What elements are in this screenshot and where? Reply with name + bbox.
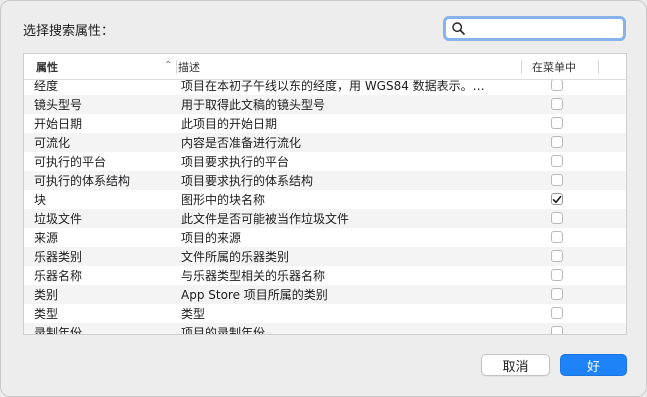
column-header-attribute[interactable]: 属性 <box>36 54 176 80</box>
cell-description: 图形中的块名称 <box>181 193 266 207</box>
table-row[interactable]: 类别 App Store 项目所属的类别 <box>24 285 626 304</box>
cell-in-menu <box>551 117 563 129</box>
cell-description: 项目要求执行的体系结构 <box>181 174 314 188</box>
cell-in-menu <box>551 79 563 91</box>
cell-attribute: 块 <box>34 193 47 207</box>
cell-description: 文件所属的乐器类别 <box>181 250 290 264</box>
column-separator[interactable] <box>598 60 599 74</box>
cell-in-menu <box>551 136 563 148</box>
cell-description: 项目的来源 <box>181 231 242 245</box>
column-separator[interactable] <box>521 60 522 74</box>
column-separator[interactable] <box>176 60 177 74</box>
table-row[interactable]: 录制年份 项目的录制年份 <box>24 323 626 335</box>
in-menu-checkbox[interactable] <box>551 212 563 224</box>
table-row[interactable]: 块 图形中的块名称 <box>24 190 626 209</box>
in-menu-checkbox[interactable] <box>551 231 563 243</box>
column-header-in-menu[interactable]: 在菜单中 <box>532 54 602 80</box>
cell-attribute: 类型 <box>34 307 59 321</box>
cell-in-menu <box>551 155 563 167</box>
cell-attribute: 垃圾文件 <box>34 212 83 226</box>
table-row[interactable]: 开始日期 此项目的开始日期 <box>24 114 626 133</box>
table-row[interactable]: 可执行的平台 项目要求执行的平台 <box>24 152 626 171</box>
cell-in-menu <box>551 307 563 319</box>
cell-description: 类型 <box>181 307 206 321</box>
cell-attribute: 可执行的平台 <box>34 155 107 169</box>
table-row[interactable]: 可流化 内容是否准备进行流化 <box>24 133 626 152</box>
cell-in-menu <box>551 193 563 205</box>
cell-in-menu <box>551 269 563 281</box>
in-menu-checkbox[interactable] <box>551 79 563 91</box>
cell-in-menu <box>551 98 563 110</box>
column-header-in-menu-label: 在菜单中 <box>532 61 576 74</box>
sort-ascending-icon[interactable]: ⌃ <box>164 60 172 71</box>
in-menu-checkbox[interactable] <box>551 174 563 186</box>
ok-button[interactable]: 好 <box>560 354 627 376</box>
cell-in-menu <box>551 326 563 334</box>
cell-description: 项目要求执行的平台 <box>181 155 290 169</box>
in-menu-checkbox[interactable] <box>551 269 563 281</box>
table-row[interactable]: 来源 项目的来源 <box>24 228 626 247</box>
cell-in-menu <box>551 288 563 300</box>
cell-attribute: 可执行的体系结构 <box>34 174 131 188</box>
cell-attribute: 可流化 <box>34 136 71 150</box>
cell-description: App Store 项目所属的类别 <box>181 288 328 302</box>
cell-description: 项目的录制年份 <box>181 326 266 335</box>
in-menu-checkbox[interactable] <box>551 98 563 110</box>
cell-description: 此项目的开始日期 <box>181 117 278 131</box>
in-menu-checkbox[interactable] <box>551 117 563 129</box>
table-body: 经度 项目在本初子午线以东的经度，用 WGS84 数据表示。… 镜头型号 用于取得此文… <box>24 76 626 335</box>
cell-attribute: 乐器类别 <box>34 250 83 264</box>
search-attributes-dialog: 选择搜索属性： 属性 ⌃ 描述 在菜单中 经度 项目在本初子午线以东的经度，用 W… <box>0 0 647 397</box>
cell-description: 此文件是否可能被当作垃圾文件 <box>181 212 350 226</box>
cell-attribute: 镜头型号 <box>34 98 83 112</box>
column-header-description-label: 描述 <box>178 61 200 74</box>
cell-attribute: 类别 <box>34 288 59 302</box>
in-menu-checkbox[interactable] <box>551 288 563 300</box>
table-row[interactable]: 乐器类别 文件所属的乐器类别 <box>24 247 626 266</box>
search-icon <box>452 22 465 35</box>
cell-in-menu <box>551 231 563 243</box>
in-menu-checkbox[interactable] <box>551 326 563 334</box>
search-field[interactable] <box>443 16 626 41</box>
table-row[interactable]: 垃圾文件 此文件是否可能被当作垃圾文件 <box>24 209 626 228</box>
cell-attribute: 来源 <box>34 231 59 245</box>
column-header-description[interactable]: 描述 <box>178 54 518 80</box>
search-input[interactable] <box>469 19 623 38</box>
cell-description: 内容是否准备进行流化 <box>181 136 302 150</box>
column-header-attribute-label: 属性 <box>36 61 58 74</box>
in-menu-checkbox[interactable] <box>551 155 563 167</box>
cell-attribute: 开始日期 <box>34 117 83 131</box>
cell-in-menu <box>551 250 563 262</box>
checkmark-icon <box>552 195 562 203</box>
cell-description: 用于取得此文稿的镜头型号 <box>181 98 326 112</box>
in-menu-checkbox[interactable] <box>551 136 563 148</box>
cell-description: 与乐器类型相关的乐器名称 <box>181 269 326 283</box>
table-row[interactable]: 乐器名称 与乐器类型相关的乐器名称 <box>24 266 626 285</box>
in-menu-checkbox[interactable] <box>551 250 563 262</box>
cell-in-menu <box>551 174 563 186</box>
cell-attribute: 乐器名称 <box>34 269 83 283</box>
in-menu-checkbox[interactable] <box>551 193 563 205</box>
table-row[interactable]: 镜头型号 用于取得此文稿的镜头型号 <box>24 95 626 114</box>
in-menu-checkbox[interactable] <box>551 307 563 319</box>
cell-in-menu <box>551 212 563 224</box>
cancel-button[interactable]: 取消 <box>481 354 550 376</box>
dialog-prompt: 选择搜索属性： <box>23 24 115 39</box>
attributes-table: 属性 ⌃ 描述 在菜单中 经度 项目在本初子午线以东的经度，用 WGS84 数据表… <box>23 53 627 335</box>
table-row[interactable]: 可执行的体系结构 项目要求执行的体系结构 <box>24 171 626 190</box>
cell-attribute: 录制年份 <box>34 326 83 335</box>
table-row[interactable]: 类型 类型 <box>24 304 626 323</box>
table-header: 属性 ⌃ 描述 在菜单中 <box>24 54 626 80</box>
